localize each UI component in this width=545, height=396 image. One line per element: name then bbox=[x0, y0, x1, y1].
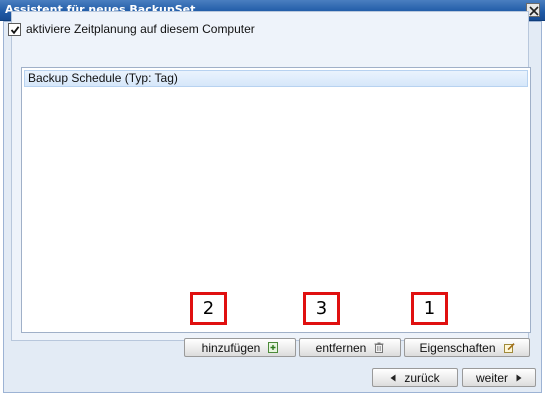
schedule-list[interactable]: Backup Schedule (Typ: Tag) bbox=[21, 67, 531, 333]
remove-button-label: entfernen bbox=[315, 340, 367, 355]
back-button-label: zurück bbox=[404, 370, 440, 385]
arrow-left-icon bbox=[390, 374, 396, 382]
enable-schedule-checkbox[interactable] bbox=[8, 22, 21, 36]
properties-button-label: Eigenschaften bbox=[419, 340, 496, 355]
arrow-right-icon bbox=[516, 374, 522, 382]
annotation-marker-3: 3 bbox=[303, 292, 340, 325]
back-button[interactable]: zurück bbox=[372, 368, 458, 387]
add-button[interactable]: hinzufügen bbox=[184, 338, 296, 357]
add-button-label: hinzufügen bbox=[201, 340, 261, 355]
add-document-icon bbox=[268, 342, 279, 353]
remove-button[interactable]: entfernen bbox=[299, 338, 401, 357]
enable-schedule-row: aktiviere Zeitplanung auf diesem Compute… bbox=[8, 21, 255, 37]
close-icon bbox=[529, 6, 539, 16]
backupset-wizard-dialog: Assistent für neues BackupSet aktiviere … bbox=[0, 0, 545, 396]
enable-schedule-label[interactable]: aktiviere Zeitplanung auf diesem Compute… bbox=[26, 22, 255, 36]
next-button-label: weiter bbox=[475, 370, 508, 385]
list-item[interactable]: Backup Schedule (Typ: Tag) bbox=[24, 70, 528, 87]
edit-pencil-icon bbox=[503, 342, 515, 353]
annotation-marker-1: 1 bbox=[411, 292, 448, 325]
checkmark-icon bbox=[10, 25, 20, 34]
next-button[interactable]: weiter bbox=[462, 368, 536, 387]
properties-button[interactable]: Eigenschaften bbox=[404, 338, 530, 357]
trash-icon bbox=[374, 342, 384, 353]
annotation-marker-2: 2 bbox=[190, 292, 227, 325]
